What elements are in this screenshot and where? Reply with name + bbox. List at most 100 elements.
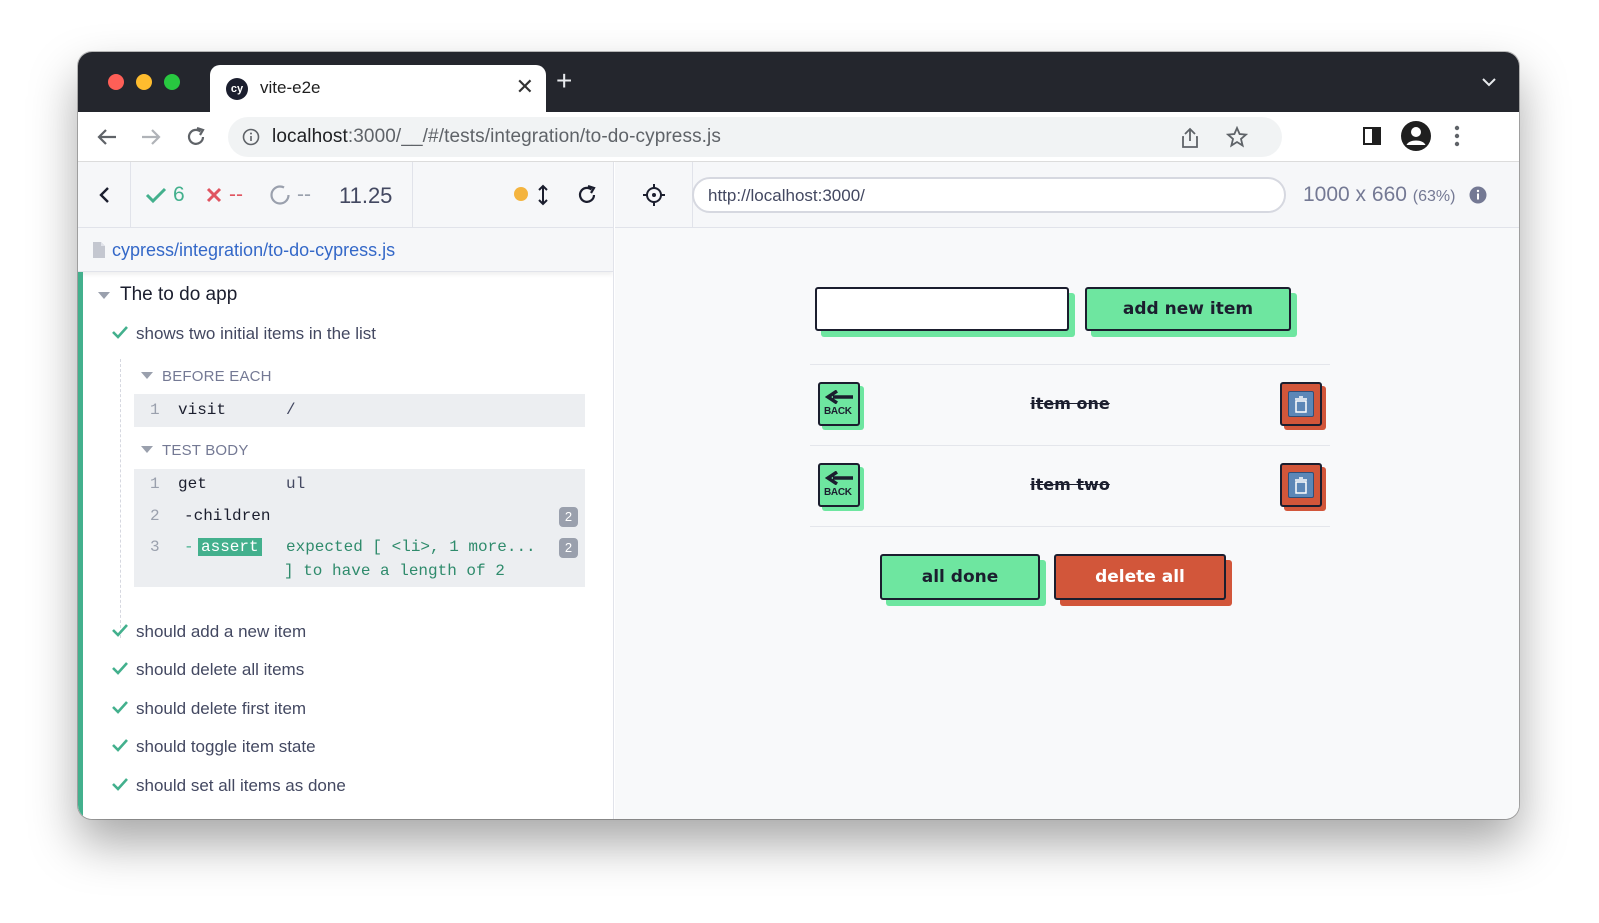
app-under-test: add new item BACK item one BACK item two — [615, 228, 1519, 819]
pass-check-icon — [112, 326, 128, 339]
share-icon[interactable] — [1180, 127, 1200, 154]
failed-value: -- — [229, 183, 243, 206]
test-body-caret-icon[interactable] — [141, 446, 153, 453]
pass-check-icon — [112, 662, 128, 675]
browser-window: cy vite-e2e ✕ + localhost:3000/__/#/test… — [78, 52, 1519, 819]
pending-circle-icon — [270, 185, 290, 205]
test-title: should set all items as done — [136, 776, 346, 795]
todo-item: BACK item one — [810, 365, 1330, 445]
side-panel-icon[interactable] — [1362, 126, 1382, 151]
address-bar[interactable]: localhost:3000/__/#/tests/integration/to… — [228, 117, 1282, 157]
url-path: :3000/__/#/tests/integration/to-do-cypre… — [347, 126, 721, 147]
tab-title: vite-e2e — [260, 78, 321, 97]
rerun-icon[interactable] — [575, 183, 599, 212]
title-bar: cy vite-e2e ✕ + — [78, 52, 1519, 112]
suite-caret-icon[interactable] — [98, 292, 110, 299]
maximize-window-button[interactable] — [164, 74, 180, 90]
back-arrow-icon[interactable] — [96, 126, 118, 153]
item-text[interactable]: item one — [810, 394, 1330, 413]
command-name: visit — [178, 401, 227, 419]
minimize-window-button[interactable] — [136, 74, 152, 90]
site-info-icon[interactable] — [242, 128, 260, 151]
before-each-commands: 1 visit / — [134, 394, 585, 427]
elements-count-badge: 2 — [559, 538, 578, 558]
new-item-input[interactable] — [815, 287, 1069, 331]
browser-tab[interactable]: cy vite-e2e ✕ — [210, 65, 546, 112]
trash-icon — [1288, 472, 1314, 498]
command-name: get — [178, 475, 207, 493]
all-done-button[interactable]: all done — [880, 554, 1040, 600]
pass-check-icon — [112, 701, 128, 714]
check-icon — [145, 187, 167, 204]
add-new-item-button[interactable]: add new item — [1085, 287, 1291, 331]
suite-status-bar — [78, 272, 83, 819]
viewport-dimensions: 1000 x 660 — [1303, 183, 1407, 206]
file-icon — [92, 241, 106, 264]
chevron-down-icon[interactable] — [1481, 74, 1497, 92]
pending-count[interactable]: -- — [269, 183, 311, 207]
profile-avatar-icon[interactable] — [1400, 120, 1432, 157]
command-row-assert[interactable]: 3 - assert expected [ <li>, 1 more... ] … — [134, 538, 585, 586]
url-host: localhost — [272, 126, 348, 147]
auto-scroll-icon[interactable] — [537, 184, 549, 211]
assert-tag: assert — [198, 538, 262, 556]
test-body-label[interactable]: TEST BODY — [162, 442, 249, 459]
viewport-scale: (63%) — [1412, 188, 1456, 205]
command-message: / — [286, 401, 296, 419]
test-title: should toggle item state — [136, 737, 316, 756]
command-log: cypress/integration/to-do-cypress.js The… — [78, 228, 614, 819]
item-text[interactable]: item two — [810, 475, 1330, 494]
command-number: 1 — [150, 475, 160, 493]
tab-close-icon[interactable]: ✕ — [516, 74, 534, 100]
viewport-size: 1000 x 660 (63%) — [1303, 183, 1455, 207]
test-title: should delete all items — [136, 660, 305, 679]
browser-toolbar: localhost:3000/__/#/tests/integration/to… — [78, 112, 1519, 162]
x-icon — [206, 187, 222, 203]
chevron-left-icon — [99, 187, 109, 203]
viewport-info-icon[interactable] — [1469, 186, 1487, 209]
passed-count[interactable]: 6 — [145, 183, 185, 207]
test-title: should add a new item — [136, 622, 307, 641]
before-each-label[interactable]: BEFORE EACH — [162, 368, 272, 385]
assert-message-line-2: ] to have a length of 2 — [284, 562, 505, 580]
delete-all-button[interactable]: delete all — [1054, 554, 1226, 600]
back-to-specs-button[interactable] — [78, 162, 131, 228]
command-number: 2 — [150, 507, 160, 525]
test-title: should delete first item — [136, 699, 307, 718]
aut-url-field[interactable]: http://localhost:3000/ — [692, 177, 1286, 213]
elements-count-badge: 2 — [559, 507, 578, 527]
command-name: -children — [184, 507, 271, 525]
suite-title[interactable]: The to do app — [120, 284, 237, 306]
bookmark-star-icon[interactable] — [1225, 125, 1249, 153]
spec-path-link[interactable]: cypress/integration/to-do-cypress.js — [112, 240, 395, 261]
reload-icon[interactable] — [185, 126, 207, 153]
close-window-button[interactable] — [108, 74, 124, 90]
test-title: shows two initial items in the list — [136, 324, 376, 343]
browser-menu-icon[interactable] — [1454, 125, 1460, 152]
command-number: 3 — [150, 538, 160, 556]
hook-guide-line — [120, 359, 121, 638]
test-body-commands: 1 get ul 2 -children 2 3 - assert expect… — [134, 469, 585, 587]
cypress-favicon-icon: cy — [226, 78, 248, 100]
reporter-header: 6 -- -- 11.25 — [78, 162, 614, 228]
forward-arrow-icon[interactable] — [140, 126, 162, 153]
todo-item: BACK item two — [810, 446, 1330, 526]
pass-check-icon — [112, 624, 128, 637]
pending-value: -- — [297, 183, 311, 206]
run-stats: 6 -- -- 11.25 — [131, 162, 413, 228]
command-prefix: - — [184, 538, 194, 556]
selector-playground-button[interactable] — [615, 162, 693, 228]
assert-message-line-1: expected [ <li>, 1 more... — [286, 538, 536, 556]
failed-count[interactable]: -- — [205, 183, 243, 207]
new-tab-icon[interactable]: + — [556, 67, 572, 95]
hook-caret-icon[interactable] — [141, 372, 153, 379]
run-duration: 11.25 — [339, 183, 393, 208]
delete-item-button[interactable] — [1280, 463, 1322, 507]
list-divider — [810, 526, 1330, 527]
pass-check-icon — [112, 778, 128, 791]
command-message: ul — [286, 475, 306, 493]
delete-item-button[interactable] — [1280, 382, 1322, 426]
trash-icon — [1288, 391, 1314, 417]
crosshair-icon — [642, 184, 665, 206]
reporter-controls — [413, 162, 614, 228]
